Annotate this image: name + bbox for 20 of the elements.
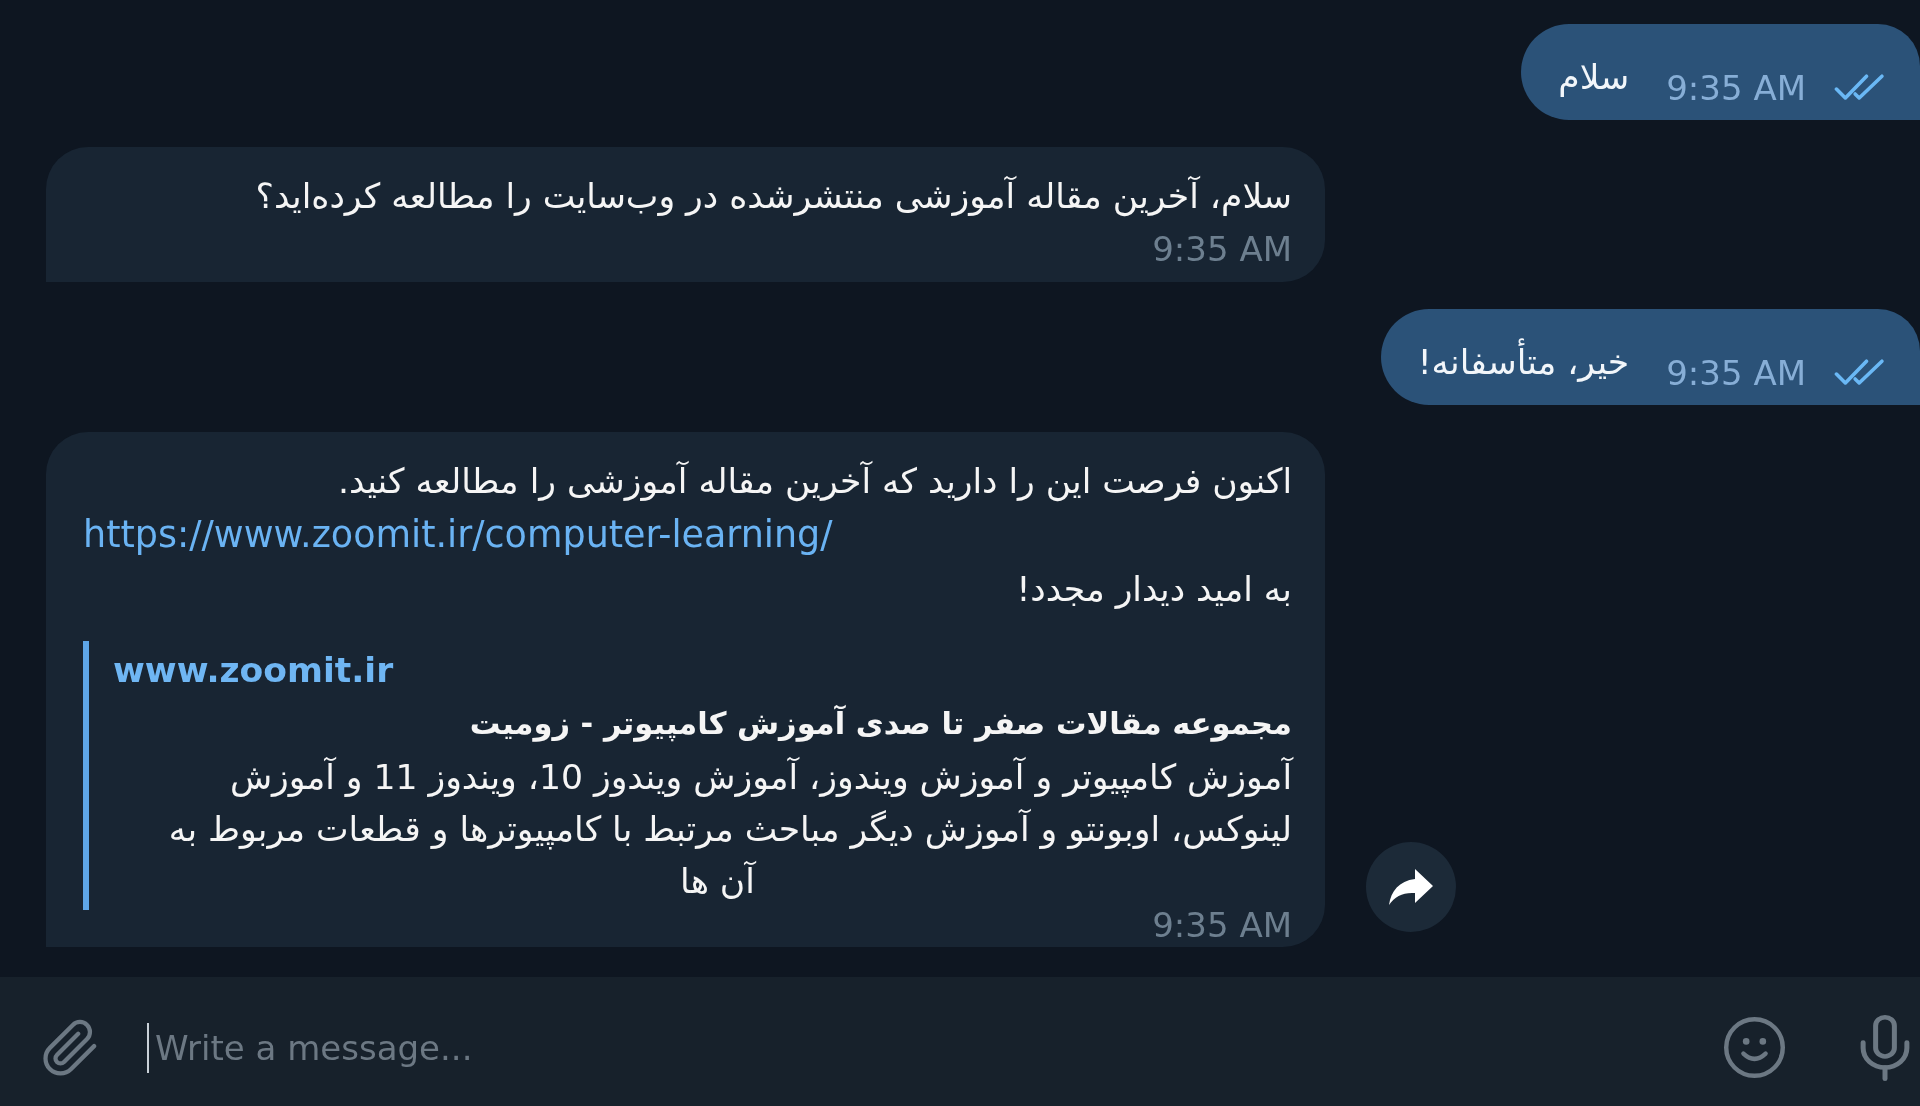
paperclip-icon[interactable] xyxy=(43,1018,97,1077)
preview-site-name: www.zoomit.ir xyxy=(113,649,395,692)
message-link[interactable]: https://www.zoomit.ir/computer-learning/ xyxy=(83,513,833,556)
microphone-icon[interactable] xyxy=(1860,1014,1910,1081)
link-preview[interactable] xyxy=(83,641,1292,910)
message-time: 9:35 AM xyxy=(1666,68,1806,108)
message-time: 9:35 AM xyxy=(1151,910,1292,940)
message-text: سلام xyxy=(1558,56,1630,99)
message-text: به امید دیدار مجدد! xyxy=(1015,568,1292,611)
message-input[interactable]: Write a message... xyxy=(147,1022,1704,1073)
message-text: سلام، آخرین مقاله آموزشی منتشرشده در وب‌سایت را مطالعه کرده‌اید؟ xyxy=(254,175,1292,219)
preview-title: مجموعه مقالات صفر تا صدی آموزش کامپیوتر - زومیت xyxy=(468,704,1292,744)
message-text: خیر، متأسفانه! xyxy=(1417,336,1630,388)
message-text: اکنون فرصت این را دارید که آخرین مقاله آموزشی را مطالعه کنید. xyxy=(337,460,1292,504)
preview-description: آموزش کامپیوتر و آموزش ویندوز، آموزش ویندوز 10، ویندوز 11 و آموزش لینوکس، اوبونتو و آموزش دیگر مباحث مرتبط با کامپیوترها و قطعات مربوط به آن ها xyxy=(167,756,1292,903)
message-time: 9:35 AM xyxy=(1666,353,1806,393)
message-time: 9:35 AM xyxy=(1151,229,1292,269)
smiley-icon[interactable] xyxy=(1724,1017,1785,1078)
message-composer[interactable]: Write a message... xyxy=(0,977,1920,1106)
curved-arrow-icon xyxy=(1389,869,1433,905)
